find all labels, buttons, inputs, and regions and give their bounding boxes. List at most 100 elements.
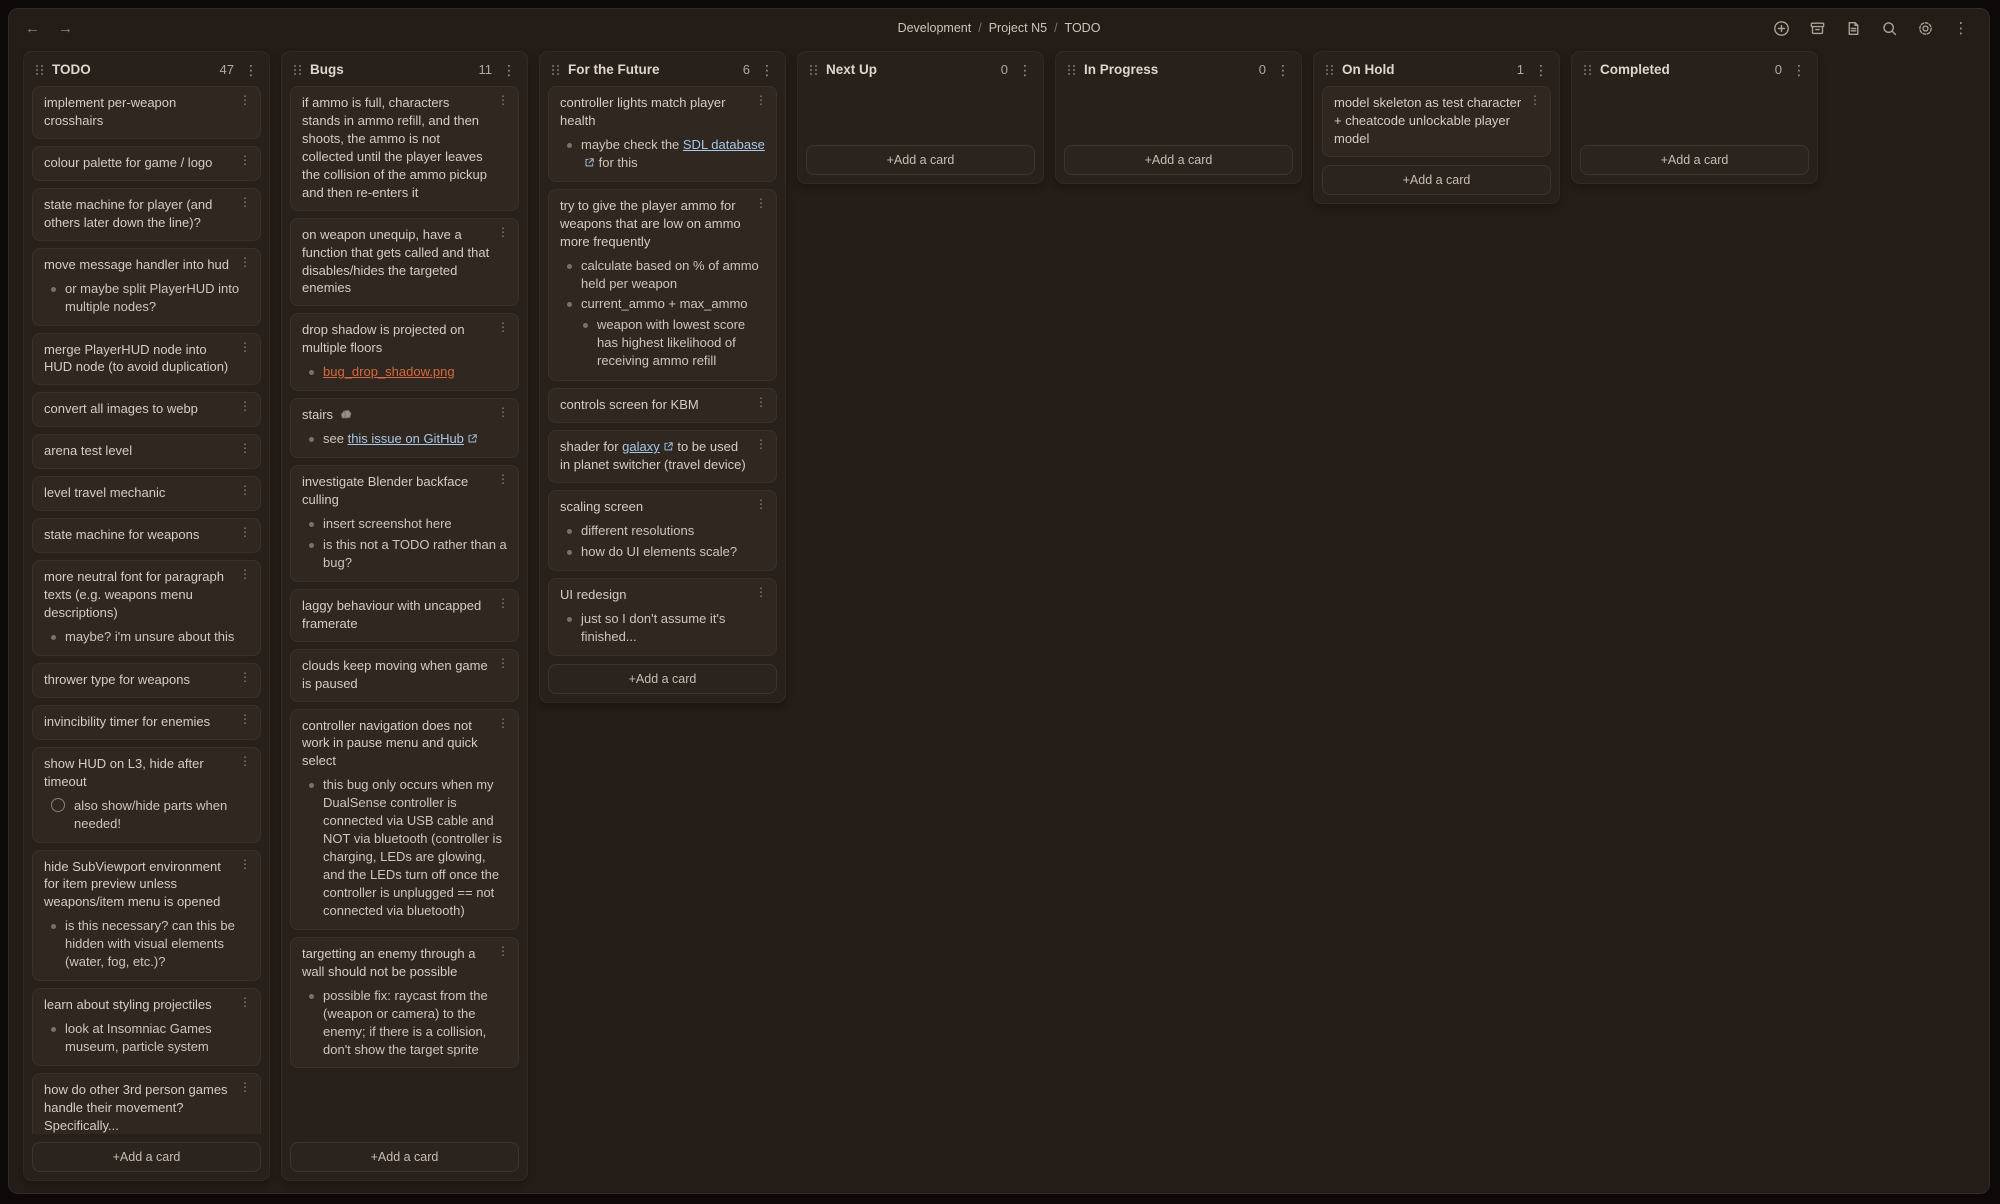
breadcrumb-item-development[interactable]: Development	[898, 21, 972, 35]
card-menu-button[interactable]: ⋮	[239, 196, 251, 208]
card-menu-button[interactable]: ⋮	[239, 713, 251, 725]
card[interactable]: stairs ⋮see this issue on GitHub	[290, 398, 519, 458]
card-menu-button[interactable]: ⋮	[239, 568, 251, 580]
column-menu-button[interactable]: ⋮	[1276, 63, 1290, 77]
card[interactable]: targetting an enemy through a wall shoul…	[290, 937, 519, 1069]
column-menu-button[interactable]: ⋮	[1792, 63, 1806, 77]
card-menu-button[interactable]: ⋮	[497, 406, 509, 418]
card-menu-button[interactable]: ⋮	[239, 671, 251, 683]
card[interactable]: shader for galaxy to be used in planet s…	[548, 430, 777, 483]
card-menu-button[interactable]: ⋮	[239, 400, 251, 412]
column-menu-button[interactable]: ⋮	[760, 63, 774, 77]
card[interactable]: on weapon unequip, have a function that …	[290, 218, 519, 307]
card[interactable]: colour palette for game / logo⋮	[32, 146, 261, 181]
card[interactable]: controller lights match player health⋮ma…	[548, 86, 777, 182]
drag-handle-icon[interactable]	[551, 64, 560, 76]
checkbox-circle[interactable]	[51, 798, 65, 812]
card-menu-button[interactable]: ⋮	[497, 657, 509, 669]
card-menu-button[interactable]: ⋮	[497, 473, 509, 485]
card[interactable]: arena test level⋮	[32, 434, 261, 469]
drag-handle-icon[interactable]	[35, 64, 44, 76]
card-link[interactable]: bug_drop_shadow.png	[323, 364, 455, 379]
card-menu-button[interactable]: ⋮	[239, 341, 251, 353]
card-menu-button[interactable]: ⋮	[497, 321, 509, 333]
card[interactable]: laggy behaviour with uncapped framerate⋮	[290, 589, 519, 642]
card-menu-button[interactable]: ⋮	[497, 945, 509, 957]
card-menu-button[interactable]: ⋮	[239, 94, 251, 106]
card-menu-button[interactable]: ⋮	[755, 586, 767, 598]
drag-handle-icon[interactable]	[809, 64, 818, 76]
card-menu-button[interactable]: ⋮	[239, 858, 251, 870]
card[interactable]: how do other 3rd person games handle the…	[32, 1073, 261, 1134]
breadcrumb-item-project-n5[interactable]: Project N5	[989, 21, 1047, 35]
card[interactable]: hide SubViewport environment for item pr…	[32, 850, 261, 982]
card[interactable]: controls screen for KBM⋮	[548, 388, 777, 423]
card-menu-button[interactable]: ⋮	[239, 1081, 251, 1093]
breadcrumb-item-todo[interactable]: TODO	[1065, 21, 1101, 35]
card-menu-button[interactable]: ⋮	[755, 396, 767, 408]
plus-circle-button[interactable]	[1769, 16, 1793, 40]
card[interactable]: convert all images to webp⋮	[32, 392, 261, 427]
card-menu-button[interactable]: ⋮	[239, 256, 251, 268]
card-menu-button[interactable]: ⋮	[755, 94, 767, 106]
drag-handle-icon[interactable]	[1067, 64, 1076, 76]
card-menu-button[interactable]: ⋮	[239, 484, 251, 496]
card-link[interactable]: this issue on GitHub	[348, 431, 478, 446]
drag-handle-icon[interactable]	[1583, 64, 1592, 76]
drag-handle-icon[interactable]	[293, 64, 302, 76]
card[interactable]: model skeleton as test character + cheat…	[1322, 86, 1551, 157]
card-menu-button[interactable]: ⋮	[497, 597, 509, 609]
card[interactable]: learn about styling projectiles⋮look at …	[32, 988, 261, 1066]
card[interactable]: move message handler into hud⋮or maybe s…	[32, 248, 261, 326]
card[interactable]: controller navigation does not work in p…	[290, 709, 519, 930]
drag-handle-icon[interactable]	[1325, 64, 1334, 76]
card[interactable]: implement per-weapon crosshairs⋮	[32, 86, 261, 139]
document-button[interactable]	[1841, 16, 1865, 40]
card-menu-button[interactable]: ⋮	[239, 526, 251, 538]
card-menu-button[interactable]: ⋮	[755, 498, 767, 510]
card-menu-button[interactable]: ⋮	[239, 755, 251, 767]
add-card-button[interactable]: +Add a card	[806, 145, 1035, 175]
kebab-menu-button[interactable]: ⋮	[1949, 16, 1973, 40]
card[interactable]: investigate Blender backface culling⋮ins…	[290, 465, 519, 582]
card-menu-button[interactable]: ⋮	[1529, 94, 1541, 106]
add-card-button[interactable]: +Add a card	[1064, 145, 1293, 175]
card-menu-button[interactable]: ⋮	[755, 197, 767, 209]
card[interactable]: scaling screen⋮different resolutionshow …	[548, 490, 777, 571]
column-menu-button[interactable]: ⋮	[244, 63, 258, 77]
card[interactable]: thrower type for weapons⋮	[32, 663, 261, 698]
card[interactable]: try to give the player ammo for weapons …	[548, 189, 777, 381]
column-menu-button[interactable]: ⋮	[1534, 63, 1548, 77]
card[interactable]: clouds keep moving when game is paused⋮	[290, 649, 519, 702]
card-link[interactable]: galaxy	[622, 439, 674, 454]
card-menu-button[interactable]: ⋮	[755, 438, 767, 450]
add-card-button[interactable]: +Add a card	[32, 1142, 261, 1172]
card-menu-button[interactable]: ⋮	[239, 442, 251, 454]
card[interactable]: state machine for weapons⋮	[32, 518, 261, 553]
forward-button[interactable]: →	[58, 20, 73, 37]
column-menu-button[interactable]: ⋮	[1018, 63, 1032, 77]
add-card-button[interactable]: +Add a card	[1322, 165, 1551, 195]
card[interactable]: more neutral font for paragraph texts (e…	[32, 560, 261, 656]
card[interactable]: if ammo is full, characters stands in am…	[290, 86, 519, 211]
card[interactable]: level travel mechanic⋮	[32, 476, 261, 511]
add-card-button[interactable]: +Add a card	[290, 1142, 519, 1172]
card-menu-button[interactable]: ⋮	[497, 226, 509, 238]
add-card-button[interactable]: +Add a card	[548, 664, 777, 694]
card-menu-button[interactable]: ⋮	[239, 154, 251, 166]
back-button[interactable]: ←	[25, 20, 40, 37]
card[interactable]: merge PlayerHUD node into HUD node (to a…	[32, 333, 261, 386]
card-menu-button[interactable]: ⋮	[239, 996, 251, 1008]
card-menu-button[interactable]: ⋮	[497, 94, 509, 106]
card[interactable]: drop shadow is projected on multiple flo…	[290, 313, 519, 391]
column-menu-button[interactable]: ⋮	[502, 63, 516, 77]
gear-button[interactable]	[1913, 16, 1937, 40]
archive-button[interactable]	[1805, 16, 1829, 40]
search-button[interactable]	[1877, 16, 1901, 40]
card[interactable]: invincibility timer for enemies⋮	[32, 705, 261, 740]
add-card-button[interactable]: +Add a card	[1580, 145, 1809, 175]
card[interactable]: UI redesign⋮just so I don't assume it's …	[548, 578, 777, 656]
card-menu-button[interactable]: ⋮	[497, 717, 509, 729]
card[interactable]: show HUD on L3, hide after timeout⋮also …	[32, 747, 261, 843]
card[interactable]: state machine for player (and others lat…	[32, 188, 261, 241]
